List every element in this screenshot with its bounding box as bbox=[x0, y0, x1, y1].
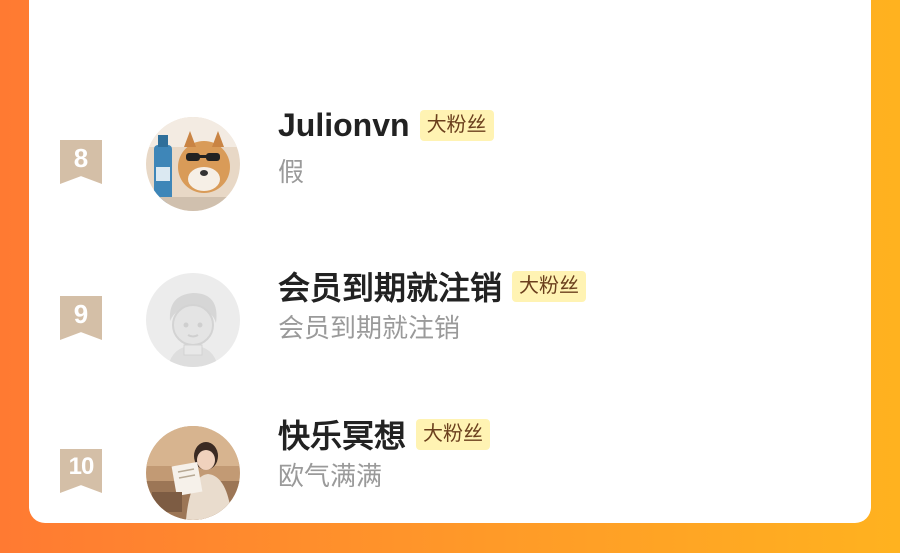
fan-level-badge: 大粉丝 bbox=[419, 110, 494, 141]
ranking-row[interactable]: 9 会员到期就注销 大粉丝 会员到期就注销 bbox=[29, 268, 871, 368]
fan-ranking-card: 8 Julionvn 大粉丝 假 9 会员到期就注销 大粉丝 会员到期就注销 1… bbox=[29, 0, 871, 523]
ranking-row[interactable]: 10 快乐冥想 大粉丝 欧气满满 bbox=[29, 418, 871, 521]
ranking-row[interactable]: 8 Julionvn 大粉丝 假 bbox=[29, 107, 871, 212]
user-name[interactable]: Julionvn bbox=[278, 107, 410, 144]
fan-level-badge: 大粉丝 bbox=[512, 270, 587, 302]
avatar[interactable] bbox=[146, 273, 240, 367]
dog-with-bottle-avatar-icon bbox=[146, 117, 240, 211]
woman-reading-avatar-icon bbox=[146, 426, 240, 520]
rank-ribbon-icon: 9 bbox=[60, 296, 102, 340]
fan-level-badge: 大粉丝 bbox=[416, 418, 491, 450]
avatar[interactable] bbox=[146, 426, 240, 520]
user-signature: 会员到期就注销 bbox=[278, 313, 461, 343]
avatar[interactable] bbox=[146, 117, 240, 211]
user-name[interactable]: 快乐冥想 bbox=[278, 411, 406, 457]
user-signature: 欧气满满 bbox=[278, 461, 383, 491]
rank-ribbon-icon: 10 bbox=[60, 449, 102, 493]
user-name[interactable]: 会员到期就注销 bbox=[278, 263, 502, 309]
rank-ribbon-icon: 8 bbox=[60, 140, 102, 184]
user-signature: 假 bbox=[278, 157, 305, 187]
default-cartoon-avatar-icon bbox=[146, 273, 240, 367]
